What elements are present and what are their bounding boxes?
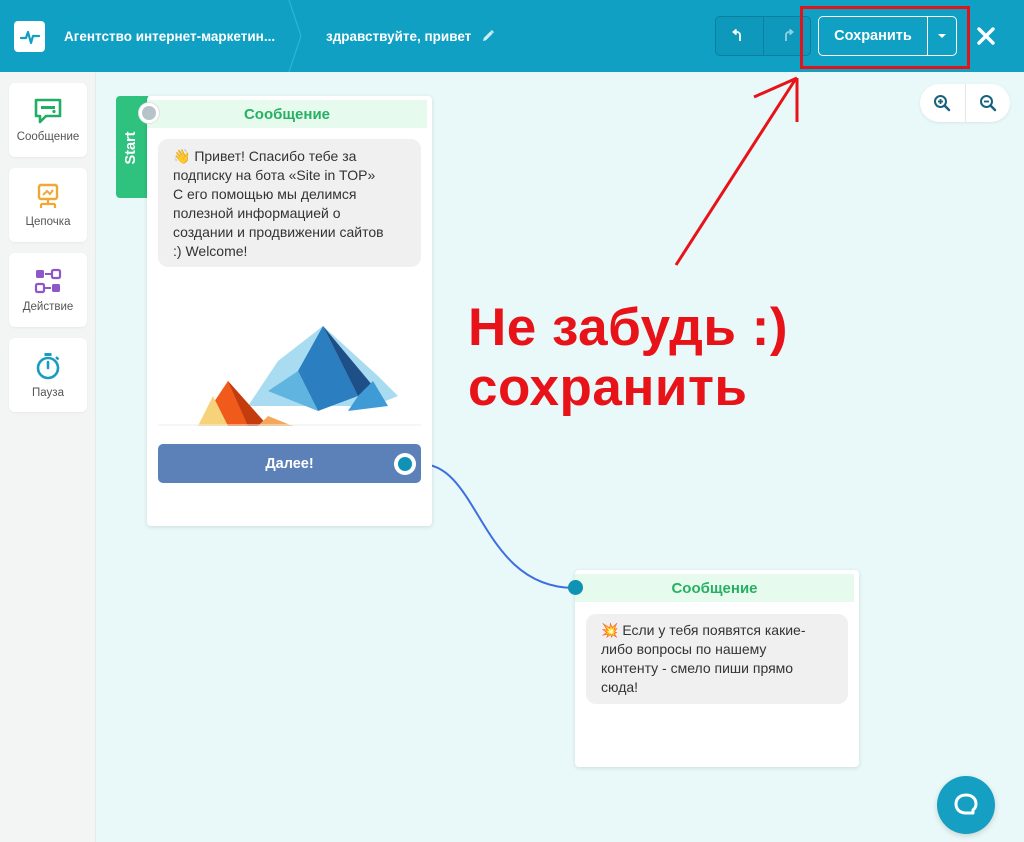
support-chat-button[interactable] [937, 776, 995, 834]
bot-name: здравствуйте, привет [326, 28, 472, 44]
message-line: :) Welcome! [173, 243, 248, 259]
tool-label: Цепочка [25, 216, 71, 228]
message-line: С его помощью мы делимся [173, 186, 357, 202]
message-line: либо вопросы по нашему [601, 641, 767, 657]
close-button[interactable] [973, 23, 999, 49]
zoom-controls [920, 84, 1010, 122]
breadcrumb-project[interactable]: Агентство интернет-маркетин... [64, 0, 280, 72]
undo-button[interactable] [716, 17, 763, 55]
message-line: контенту - смело пиши прямо [601, 660, 794, 676]
zoom-in-button[interactable] [920, 84, 965, 122]
message-line: 💥 Если у тебя появятся какие- [601, 622, 806, 638]
tools-sidebar: Сообщение Цепочка Действие Пауза [0, 72, 96, 842]
tool-label: Действие [22, 301, 74, 313]
tool-pause[interactable]: Пауза [9, 338, 87, 412]
zoom-out-icon [979, 95, 996, 112]
message-line: 👋 Привет! Спасибо тебе за [173, 148, 357, 164]
message-line: сюда! [601, 679, 639, 695]
chat-bubble-icon [954, 793, 978, 815]
message-bubble[interactable]: 💥 Если у тебя появятся какие- либо вопро… [586, 614, 848, 704]
undo-icon [732, 28, 742, 41]
breadcrumb-bot[interactable]: здравствуйте, привет [326, 0, 495, 72]
zoom-out-button[interactable] [964, 84, 1011, 122]
message-card-2[interactable]: Сообщение 💥 Если у тебя появятся какие- … [575, 570, 859, 767]
start-label: Start [123, 131, 139, 165]
input-port[interactable] [139, 103, 159, 123]
mountain-image [158, 276, 421, 426]
action-icon [34, 268, 62, 294]
message-line: подписку на бота «Site in TOP» [173, 167, 376, 183]
edit-pencil-icon[interactable] [481, 29, 495, 43]
message-icon [34, 98, 62, 124]
tool-message[interactable]: Сообщение [9, 83, 87, 157]
timer-icon [36, 353, 60, 380]
annotation-text: Не забудь :) сохранить [468, 298, 788, 418]
annotation-highlight-frame [800, 6, 970, 69]
output-port[interactable] [394, 453, 416, 475]
breadcrumb-separator [288, 0, 302, 72]
input-port[interactable] [568, 580, 583, 595]
app-logo[interactable] [14, 21, 45, 52]
annotation-line-1: Не забудь :) [468, 298, 789, 357]
tool-chain[interactable]: Цепочка [9, 168, 87, 242]
redo-icon [784, 28, 794, 41]
tool-label: Сообщение [16, 131, 80, 143]
annotation-line-2: сохранить [468, 358, 748, 417]
close-icon [977, 27, 995, 45]
card-header: Сообщение [575, 574, 854, 602]
tool-action[interactable]: Действие [9, 253, 87, 327]
zoom-in-icon [934, 95, 951, 112]
history-controls [715, 16, 811, 56]
flow-connector [420, 463, 576, 589]
pulse-icon [19, 30, 40, 44]
message-line: полезной информацией о [173, 205, 341, 221]
card-header: Сообщение [147, 100, 427, 128]
message-line: создании и продвижении сайтов [173, 224, 384, 240]
next-button[interactable]: Далее! [158, 444, 421, 483]
annotation-arrow-icon [674, 76, 799, 266]
message-bubble[interactable]: 👋 Привет! Спасибо тебе за подписку на бо… [158, 139, 421, 267]
chain-icon [37, 183, 59, 208]
tool-label: Пауза [32, 387, 64, 399]
